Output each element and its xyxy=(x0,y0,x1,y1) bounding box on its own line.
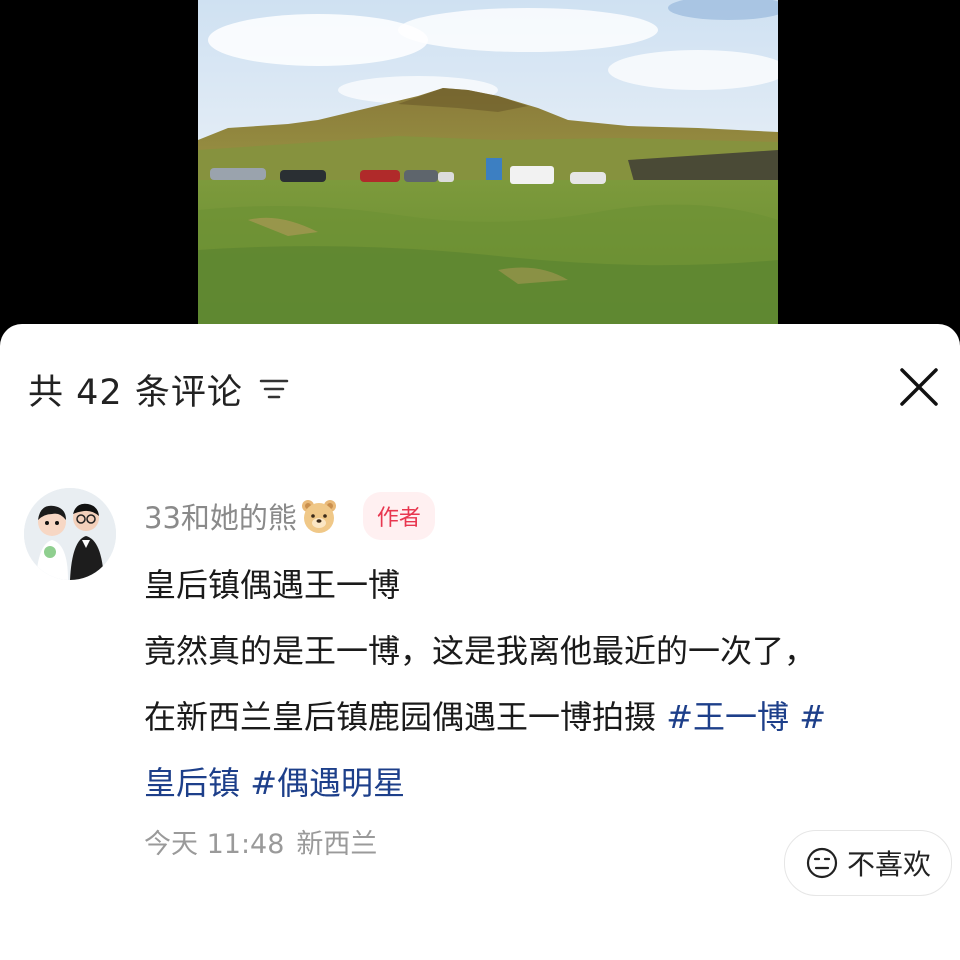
comment-body: 33和她的熊 作者 皇后镇偶遇王一博 竟然真的是王一博，这是我离他最近的一次了，… xyxy=(144,488,944,860)
sort-icon[interactable] xyxy=(259,377,289,401)
comments-sheet: 共 42 条评论 33和她的熊 作者 皇后镇偶遇王一博 竟然真的是王一博，这是我… xyxy=(0,324,960,960)
author-badge: 作者 xyxy=(362,492,435,540)
avatar[interactable] xyxy=(24,488,116,580)
close-icon xyxy=(900,368,938,406)
close-button[interactable] xyxy=(896,364,942,410)
comment-line-2: 竟然真的是王一博，这是我离他最近的一次了， xyxy=(144,632,817,670)
landscape-photo[interactable] xyxy=(198,0,778,324)
comment-time: 今天 11:48 xyxy=(144,829,285,860)
hashtag-link[interactable]: #王一博 xyxy=(666,698,789,736)
hashtag-link[interactable]: # xyxy=(799,698,826,736)
dislike-label: 不喜欢 xyxy=(846,848,931,881)
author-row: 33和她的熊 作者 xyxy=(144,488,944,544)
title-count: 42 xyxy=(76,372,123,413)
author-name[interactable]: 33和她的熊 xyxy=(144,495,297,537)
comment-text: 皇后镇偶遇王一博 竟然真的是王一博，这是我离他最近的一次了， 在新西兰皇后镇鹿园… xyxy=(144,552,944,816)
dislike-button[interactable]: 不喜欢 xyxy=(784,830,952,896)
comment-line-1: 皇后镇偶遇王一博 xyxy=(144,566,401,604)
hashtag-link[interactable]: #偶遇明星 xyxy=(250,764,405,802)
comment-line-4: 皇后镇 #偶遇明星 xyxy=(144,750,944,816)
hashtag-link[interactable]: 皇后镇 xyxy=(144,764,240,802)
comment-meta: 今天 11:48 新西兰 xyxy=(144,822,377,861)
comment-line-3-text: 在新西兰皇后镇鹿园偶遇王一博拍摄 xyxy=(144,698,667,736)
screen: 共 42 条评论 33和她的熊 作者 皇后镇偶遇王一博 竟然真的是王一博，这是我… xyxy=(0,0,960,960)
title-prefix: 共 xyxy=(28,372,65,413)
comment-location: 新西兰 xyxy=(296,829,378,860)
neutral-face-icon xyxy=(806,847,838,879)
comment-line-3: 在新西兰皇后镇鹿园偶遇王一博拍摄 #王一博 # xyxy=(144,684,944,750)
comment-count-title: 共 42 条评论 xyxy=(28,364,243,415)
title-suffix: 条评论 xyxy=(134,372,243,413)
bear-face-icon xyxy=(299,496,339,536)
comments-header: 共 42 条评论 xyxy=(28,364,289,414)
